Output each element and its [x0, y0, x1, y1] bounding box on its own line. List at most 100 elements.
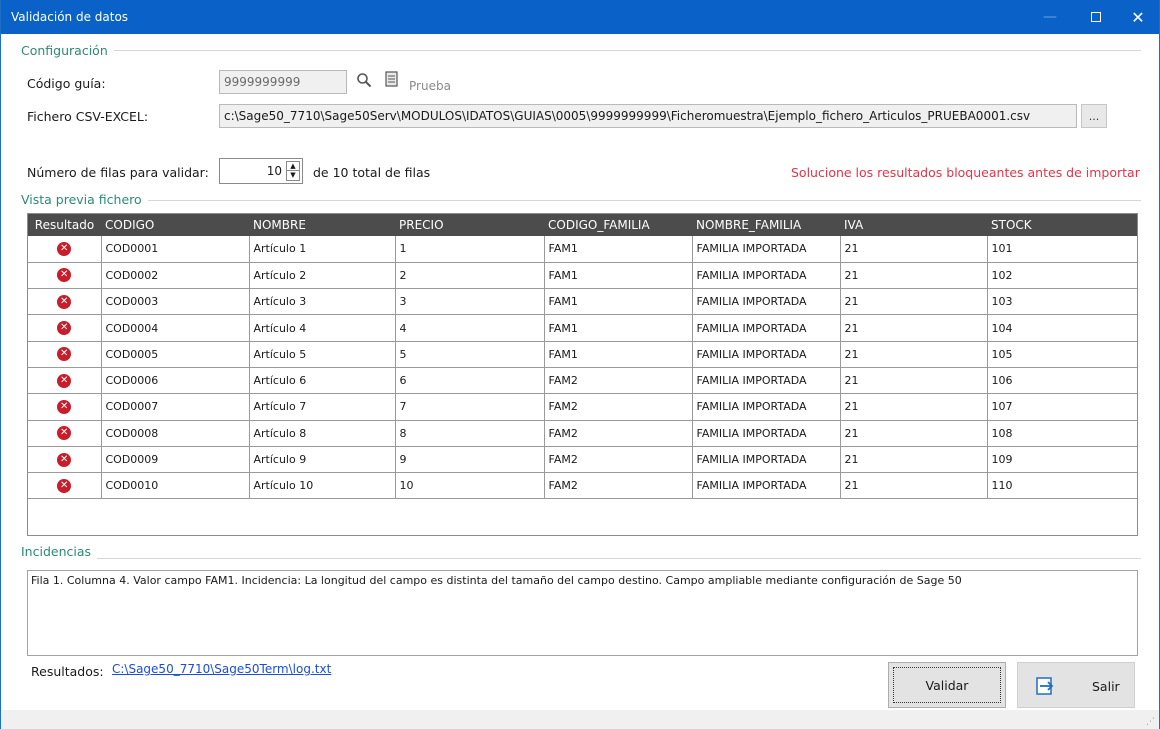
table-cell[interactable]: 21 [839, 419, 988, 447]
table-cell[interactable]: FAMILIA IMPORTADA [691, 472, 841, 500]
column-header[interactable]: CODIGO_FAMILIA [544, 214, 692, 236]
table-cell[interactable]: 21 [839, 236, 988, 263]
table-cell[interactable]: 2 [394, 261, 545, 290]
minimize-button[interactable]: — [1027, 0, 1073, 34]
column-header[interactable]: PRECIO [395, 214, 544, 236]
table-cell[interactable]: COD0005 [100, 340, 250, 368]
result-cell[interactable]: ✕ [28, 472, 102, 500]
browse-button[interactable]: ... [1081, 104, 1107, 128]
column-header[interactable]: Resultado [28, 214, 101, 236]
table-cell[interactable]: FAMILIA IMPORTADA [691, 236, 841, 263]
column-header[interactable]: CODIGO [101, 214, 249, 236]
table-cell[interactable]: 103 [986, 288, 1137, 316]
table-cell[interactable]: Artículo 3 [248, 288, 396, 316]
table-cell[interactable]: COD0006 [100, 366, 250, 395]
table-cell[interactable]: Artículo 8 [248, 419, 396, 447]
table-cell[interactable]: Artículo 5 [248, 340, 396, 368]
table-cell[interactable]: 21 [839, 445, 988, 474]
stepper-down-icon[interactable]: ▼ [287, 171, 299, 180]
table-cell[interactable]: Artículo 4 [248, 314, 396, 342]
stepper-arrows[interactable]: ▲ ▼ [286, 161, 300, 181]
table-cell[interactable]: 109 [986, 445, 1137, 474]
table-row[interactable]: ✕ COD0003 Artículo 3 3 FAM1 FAMILIA IMPORTADA… [28, 288, 1137, 316]
column-header[interactable]: NOMBRE_FAMILIA [692, 214, 840, 236]
result-cell[interactable]: ✕ [28, 366, 102, 395]
table-cell[interactable]: FAMILIA IMPORTADA [691, 393, 841, 421]
column-header[interactable]: STOCK [987, 214, 1137, 236]
close-button[interactable]: ✕ [1115, 0, 1160, 34]
table-cell[interactable]: FAMILIA IMPORTADA [691, 261, 841, 290]
table-row[interactable]: ✕ COD0007 Artículo 7 7 FAM2 FAMILIA IMPORTADA… [28, 393, 1137, 421]
table-row[interactable]: ✕ COD0006 Artículo 6 6 FAM2 FAMILIA IMPORTADA… [28, 366, 1137, 395]
table-cell[interactable]: 21 [839, 366, 988, 395]
table-row[interactable]: ✕ COD0004 Artículo 4 4 FAM1 FAMILIA IMPORTADA… [28, 314, 1137, 342]
table-cell[interactable]: COD0010 [100, 472, 250, 500]
table-row[interactable]: ✕ COD0005 Artículo 5 5 FAM1 FAMILIA IMPORTADA… [28, 340, 1137, 368]
table-cell[interactable]: Artículo 6 [248, 366, 396, 395]
table-cell[interactable]: 21 [839, 314, 988, 342]
table-cell[interactable]: FAM1 [543, 261, 693, 290]
table-cell[interactable]: FAMILIA IMPORTADA [691, 314, 841, 342]
csv-file-field[interactable]: c:\Sage50_7710\Sage50Serv\MODULOS\IDATOS… [219, 104, 1077, 128]
table-cell[interactable]: COD0003 [100, 288, 250, 316]
resize-grip-icon[interactable]: ⋰ [1146, 717, 1155, 727]
table-cell[interactable]: FAM1 [543, 314, 693, 342]
table-cell[interactable]: 7 [394, 393, 545, 421]
table-cell[interactable]: FAM1 [543, 236, 693, 263]
table-cell[interactable]: 8 [394, 419, 545, 447]
table-cell[interactable]: FAMILIA IMPORTADA [691, 366, 841, 395]
result-cell[interactable]: ✕ [28, 393, 102, 421]
table-cell[interactable]: 9 [394, 445, 545, 474]
table-cell[interactable]: FAMILIA IMPORTADA [691, 445, 841, 474]
result-cell[interactable]: ✕ [28, 340, 102, 368]
search-icon[interactable] [355, 71, 373, 89]
column-header[interactable]: IVA [840, 214, 987, 236]
table-cell[interactable]: 107 [986, 393, 1137, 421]
preview-grid[interactable]: Resultado CODIGO NOMBRE PRECIO CODIGO_FA… [27, 213, 1138, 536]
table-cell[interactable]: Artículo 1 [248, 236, 396, 263]
result-cell[interactable]: ✕ [28, 445, 102, 474]
table-cell[interactable]: 5 [394, 340, 545, 368]
table-cell[interactable]: 21 [839, 340, 988, 368]
table-cell[interactable]: FAM2 [543, 393, 693, 421]
table-cell[interactable]: 10 [394, 472, 545, 500]
result-cell[interactable]: ✕ [28, 419, 102, 447]
exit-button[interactable]: Salir [1017, 662, 1135, 708]
rows-stepper[interactable]: 10 ▲ ▼ [219, 158, 303, 184]
table-cell[interactable]: 6 [394, 366, 545, 395]
table-cell[interactable]: FAMILIA IMPORTADA [691, 288, 841, 316]
table-row[interactable]: ✕ COD0008 Artículo 8 8 FAM2 FAMILIA IMPORTADA… [28, 419, 1137, 447]
guide-code-field[interactable]: 9999999999 [219, 70, 347, 94]
table-cell[interactable]: Artículo 7 [248, 393, 396, 421]
maximize-button[interactable] [1073, 0, 1119, 34]
table-row[interactable]: ✕ COD0009 Artículo 9 9 FAM2 FAMILIA IMPORTADA… [28, 445, 1137, 474]
stepper-up-icon[interactable]: ▲ [287, 162, 299, 171]
table-cell[interactable]: COD0009 [100, 445, 250, 474]
table-cell[interactable]: 21 [839, 261, 988, 290]
table-cell[interactable]: 102 [986, 261, 1137, 290]
table-cell[interactable]: 21 [839, 472, 988, 500]
table-row[interactable]: ✕ COD0010 Artículo 10 10 FAM2 FAMILIA IMPORTA… [28, 472, 1137, 500]
table-cell[interactable]: 4 [394, 314, 545, 342]
table-cell[interactable]: FAM1 [543, 288, 693, 316]
document-icon[interactable] [383, 70, 399, 88]
table-cell[interactable]: 101 [986, 236, 1137, 263]
table-cell[interactable]: 21 [839, 288, 988, 316]
table-cell[interactable]: FAM2 [543, 472, 693, 500]
table-cell[interactable]: 1 [394, 236, 545, 263]
table-cell[interactable]: Artículo 9 [248, 445, 396, 474]
validate-button[interactable]: Validar [888, 662, 1006, 708]
table-cell[interactable]: COD0008 [100, 419, 250, 447]
table-row[interactable]: ✕ COD0001 Artículo 1 1 FAM1 FAMILIA IMPORTADA… [28, 236, 1137, 263]
table-cell[interactable]: FAMILIA IMPORTADA [691, 419, 841, 447]
table-cell[interactable]: 106 [986, 366, 1137, 395]
table-cell[interactable]: Artículo 10 [248, 472, 396, 500]
table-cell[interactable]: 108 [986, 419, 1137, 447]
table-cell[interactable]: COD0002 [100, 261, 250, 290]
table-row[interactable]: ✕ COD0002 Artículo 2 2 FAM1 FAMILIA IMPORTADA… [28, 261, 1137, 290]
result-cell[interactable]: ✕ [28, 314, 102, 342]
table-cell[interactable]: COD0001 [100, 236, 250, 263]
table-cell[interactable]: COD0004 [100, 314, 250, 342]
table-cell[interactable]: FAMILIA IMPORTADA [691, 340, 841, 368]
results-log-link[interactable]: C:\Sage50_7710\Sage50Term\log.txt [112, 662, 331, 676]
